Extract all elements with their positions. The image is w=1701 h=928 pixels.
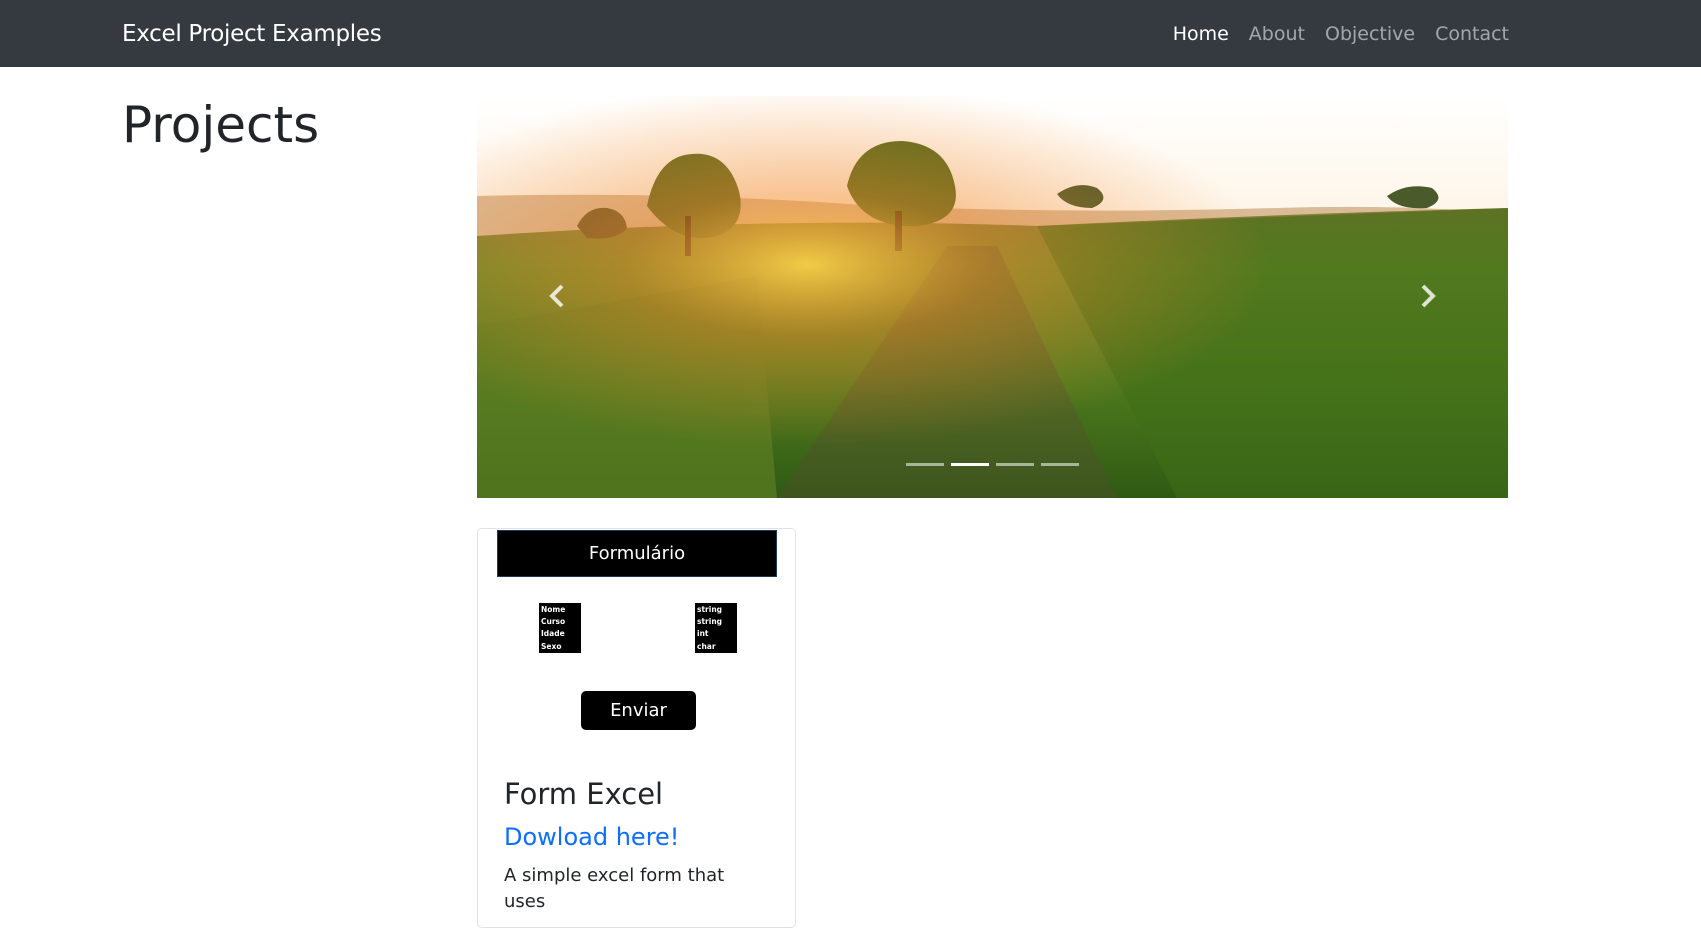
card-title: Form Excel: [504, 777, 664, 811]
card-text: A simple excel form that uses: [504, 865, 725, 912]
field-labels-box: Nome Curso Idade Sexo: [539, 603, 581, 653]
nav-links: Home About Objective Contact: [1173, 23, 1509, 45]
carousel-indicator-active[interactable]: [951, 463, 989, 466]
project-card: Formulário Nome Curso Idade Sexo string …: [477, 528, 796, 928]
chevron-left-icon: [549, 284, 564, 308]
navbar: Excel Project Examples Home About Object…: [0, 0, 1701, 67]
nav-contact[interactable]: Contact: [1435, 23, 1509, 45]
carousel-indicator[interactable]: [906, 463, 944, 466]
nav-about[interactable]: About: [1249, 23, 1305, 45]
card-body: Form Excel Dowload here! A simple excel …: [478, 759, 795, 915]
brand-link[interactable]: Excel Project Examples: [122, 21, 382, 47]
carousel-indicator[interactable]: [996, 463, 1034, 466]
carousel-prev-button[interactable]: [537, 272, 577, 320]
field-label: Nome: [541, 605, 566, 614]
image-carousel: [477, 96, 1508, 498]
enviar-button-image: Enviar: [581, 691, 696, 730]
nav-objective[interactable]: Objective: [1325, 23, 1415, 45]
field-label: Curso: [541, 617, 566, 627]
field-type: string: [697, 617, 723, 627]
carousel-next-button[interactable]: [1408, 272, 1448, 320]
nav-home[interactable]: Home: [1173, 23, 1229, 45]
download-link[interactable]: Dowload here!: [504, 823, 769, 851]
card-image: Formulário Nome Curso Idade Sexo string …: [478, 529, 795, 759]
vineyard-image: [477, 96, 1508, 498]
field-type: char: [697, 641, 716, 651]
carousel-indicator[interactable]: [1041, 463, 1079, 466]
page-title: Projects: [122, 96, 320, 154]
field-label: Idade: [541, 629, 565, 639]
field-type: int: [697, 629, 709, 639]
carousel-indicators: [477, 463, 1508, 466]
form-header: Formulário: [497, 530, 777, 577]
field-type: string: [697, 605, 723, 614]
field-label: Sexo: [541, 641, 562, 651]
chevron-right-icon: [1421, 284, 1436, 308]
field-types-box: string string int char: [695, 603, 737, 653]
